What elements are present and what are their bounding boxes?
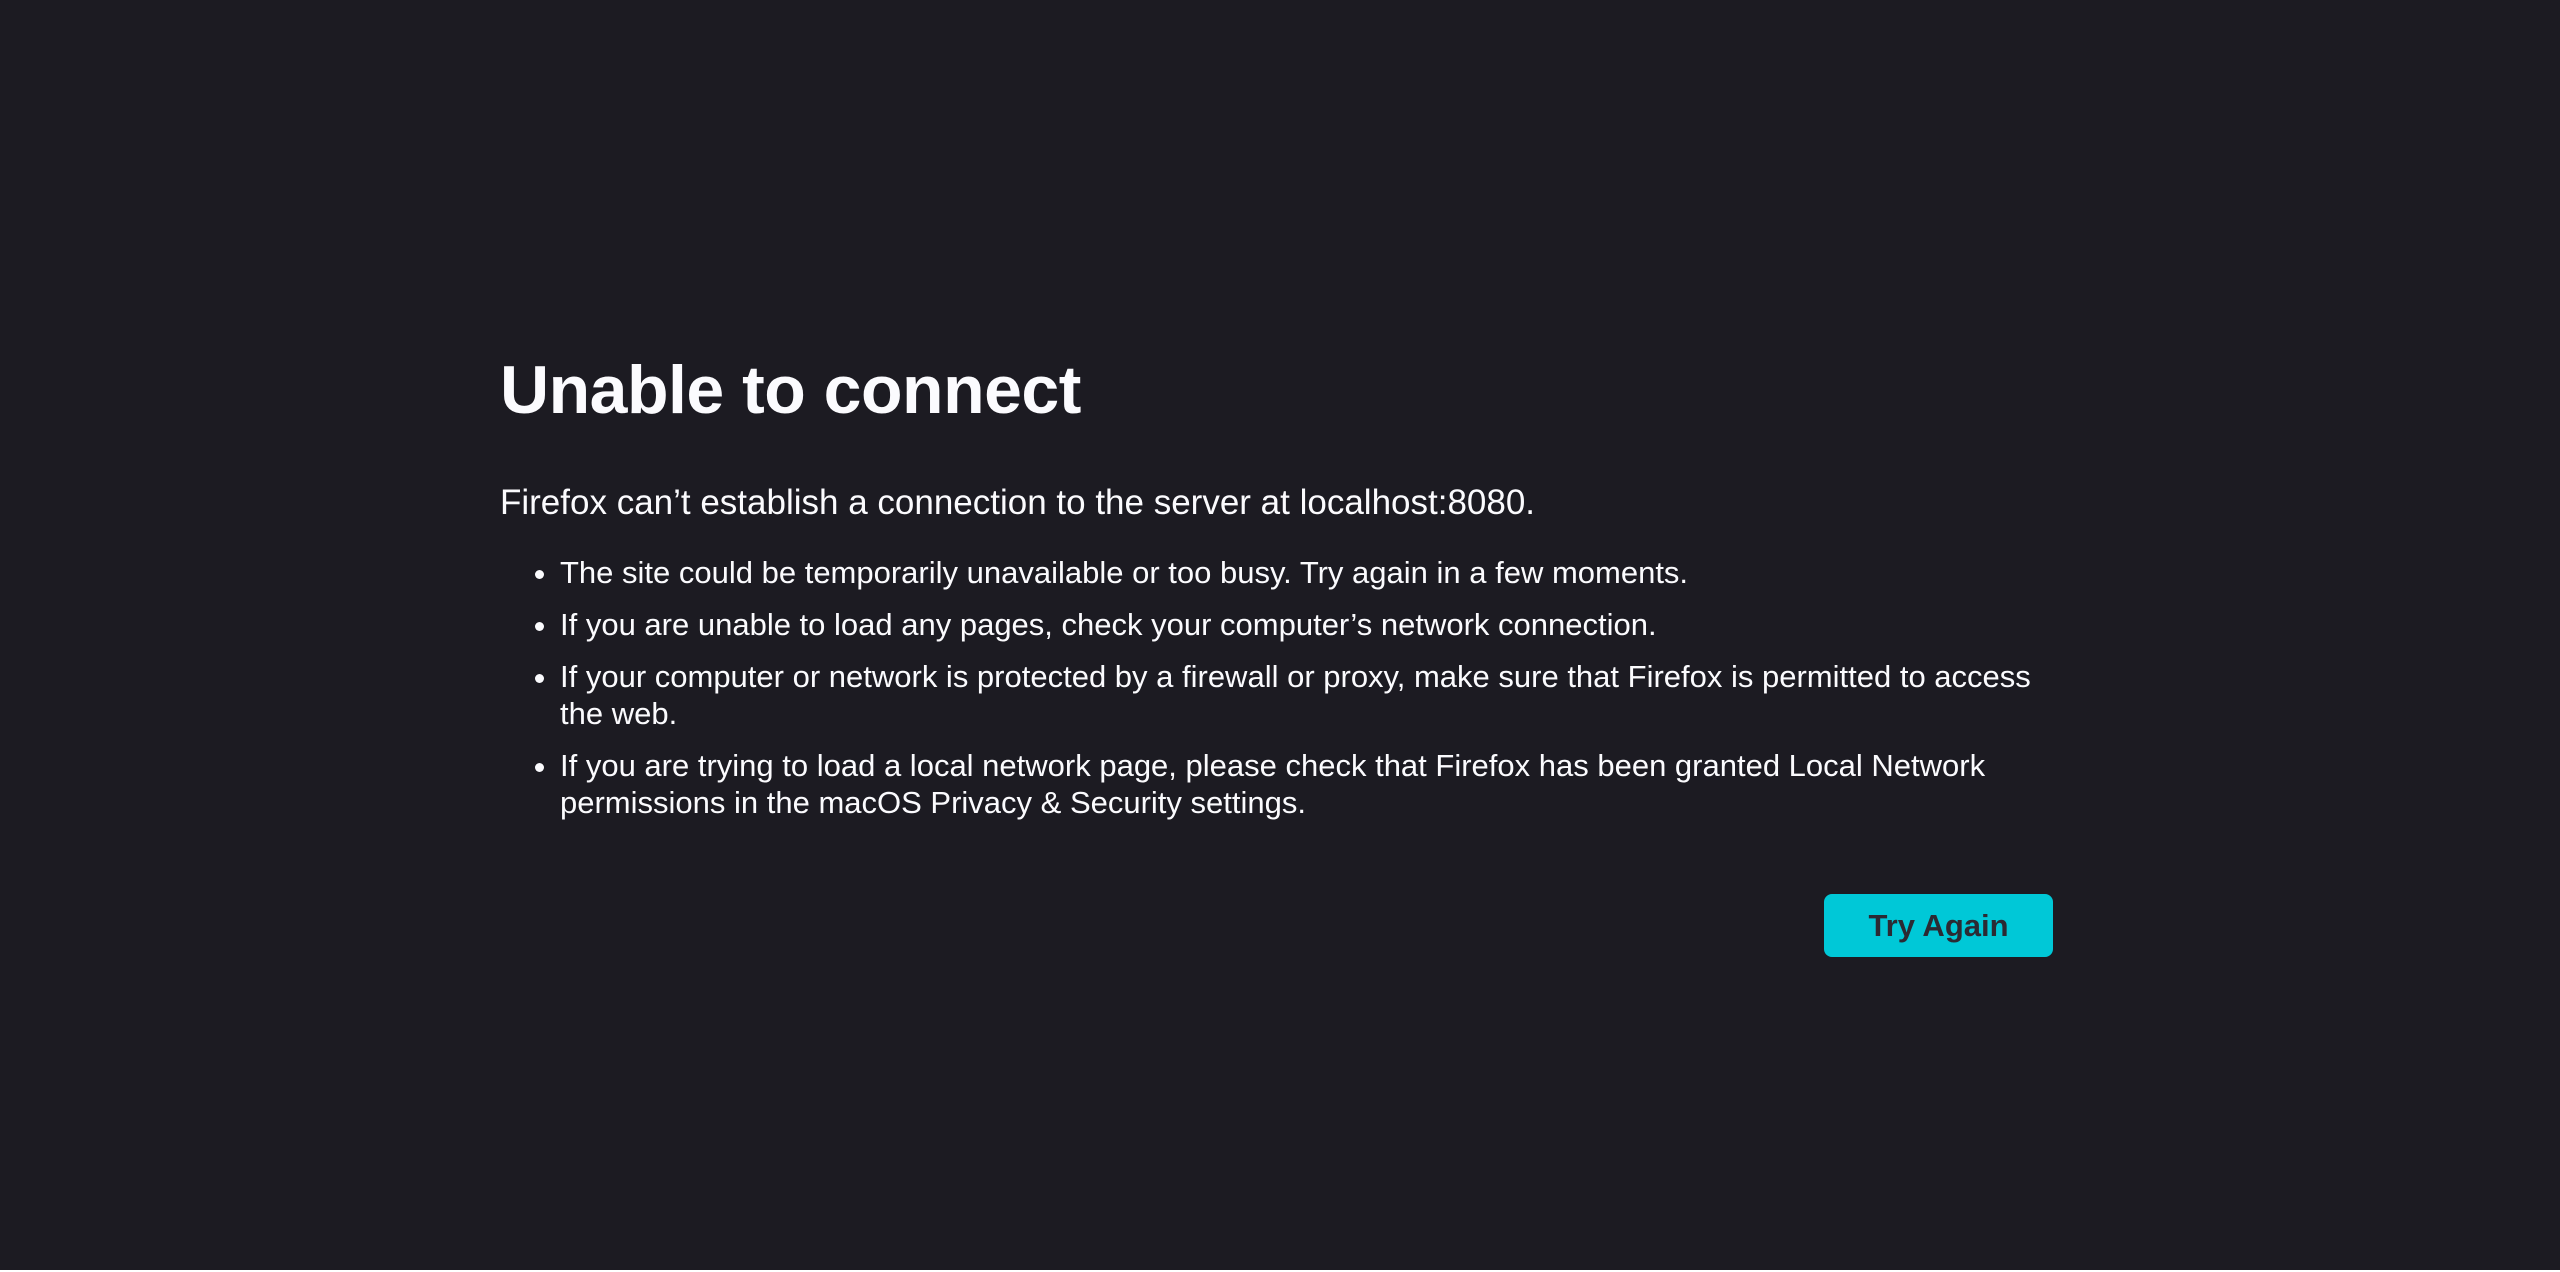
error-content: Unable to connect Firefox can’t establis… [500,340,2052,836]
reasons-list: The site could be temporarily unavailabl… [500,554,2052,821]
error-page: Unable to connect Firefox can’t establis… [0,0,2560,1270]
page-title: Unable to connect [500,352,1081,428]
list-item: If you are unable to load any pages, che… [560,606,2052,643]
button-row: Try Again [1824,894,2053,957]
list-item: The site could be temporarily unavailabl… [560,554,2052,591]
list-item: If your computer or network is protected… [560,658,2052,732]
try-again-button[interactable]: Try Again [1824,894,2053,957]
list-item: If you are trying to load a local networ… [560,747,2052,821]
error-description: Firefox can’t establish a connection to … [500,483,1536,522]
